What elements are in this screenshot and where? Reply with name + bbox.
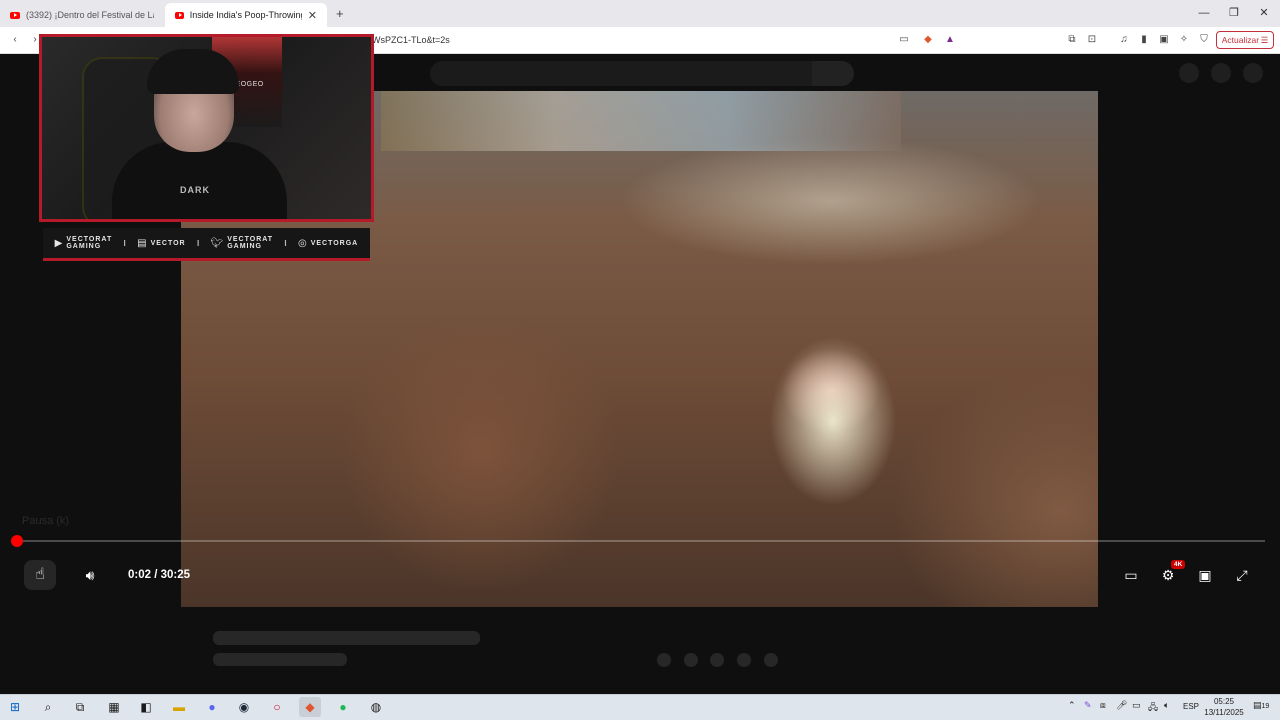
clock-time: 05:25 xyxy=(1213,697,1235,706)
youtube-icon: ▶ xyxy=(54,237,63,249)
clock[interactable]: 05:25 13/11/2025 xyxy=(1200,696,1248,718)
app-icon[interactable]: ◍ xyxy=(365,697,387,717)
streamer-facecam: NEOGEO DARK xyxy=(39,34,374,222)
shirt-print: DARK xyxy=(180,185,210,195)
separator: I xyxy=(196,238,200,248)
action-placeholder xyxy=(657,653,671,667)
volume-icon[interactable]: 🔊︎ xyxy=(79,564,101,586)
background-crowd xyxy=(381,91,901,151)
pen-icon[interactable]: ✎ xyxy=(1084,700,1092,711)
new-tab-icon[interactable]: + xyxy=(336,6,344,21)
twitch-icon: ▤ xyxy=(137,237,147,249)
tab-title: Inside India's Poop-Throwing Fe xyxy=(189,10,302,20)
scrubber-handle[interactable] xyxy=(11,535,23,547)
windows-start-icon[interactable]: ⊞ xyxy=(4,697,26,717)
social-links-bar: ▶ VECTORAT GAMING I ▤ VECTOR I 🐦︎ VECTOR… xyxy=(43,228,370,261)
minimize-icon[interactable]: — xyxy=(1189,5,1219,21)
extensions-icon[interactable]: ⧉ xyxy=(1065,33,1079,47)
action-placeholder xyxy=(684,653,698,667)
back-icon[interactable]: ‹ xyxy=(8,33,22,47)
speaker-icon[interactable]: 🔈︎ xyxy=(1164,700,1169,711)
app-icon[interactable]: ▦ xyxy=(103,697,125,717)
tab-title: (3392) ¡Dentro del Festival de Lanzar xyxy=(26,10,154,20)
task-view-icon[interactable]: ⧉ xyxy=(69,697,91,717)
steam-icon[interactable]: ◉ xyxy=(233,697,255,717)
quality-badge: 4K xyxy=(1171,560,1186,569)
search-bar-placeholder[interactable] xyxy=(430,61,854,86)
brave-browser-icon[interactable]: ◆ xyxy=(299,697,321,717)
youtube-favicon-icon xyxy=(175,11,184,19)
title-placeholder xyxy=(213,631,480,645)
chevron-up-icon[interactable]: ⌃ xyxy=(1068,700,1076,711)
separator: I xyxy=(123,238,126,248)
separator: I xyxy=(284,238,287,248)
youtube-favicon-icon xyxy=(10,11,20,19)
fullscreen-icon[interactable]: ⤢ xyxy=(1231,564,1253,586)
search-icon[interactable]: ⌕ xyxy=(37,697,59,717)
social-label: VECTORAT GAMING xyxy=(66,236,113,250)
screenshot-icon[interactable]: ⊡ xyxy=(1085,33,1099,47)
tray-icon[interactable]: ⧈ xyxy=(1100,700,1106,711)
social-youtube: ▶ VECTORAT GAMING xyxy=(55,236,113,250)
action-placeholder xyxy=(710,653,724,667)
social-label: VECTORAT GAMING xyxy=(227,236,274,250)
spotify-icon[interactable]: ● xyxy=(332,697,354,717)
discord-icon[interactable]: ● xyxy=(201,697,223,717)
streamer-body xyxy=(112,142,287,219)
channel-placeholder xyxy=(213,653,347,666)
avatar[interactable] xyxy=(1243,63,1263,83)
pointer-hand-icon: ☝ xyxy=(35,566,45,583)
notifications-icon[interactable] xyxy=(1211,63,1231,83)
social-twitch: ▤ VECTOR xyxy=(137,238,186,249)
browser-tab-1[interactable]: (3392) ¡Dentro del Festival de Lanzar xyxy=(0,3,164,27)
action-placeholder xyxy=(737,653,751,667)
battery-icon[interactable]: ▭ xyxy=(1132,700,1141,711)
browser-tab-2-active[interactable]: Inside India's Poop-Throwing Fe ✕ xyxy=(165,3,327,27)
time-display: 0:02 / 30:25 xyxy=(128,569,191,581)
sidebar-icon[interactable]: ▮ xyxy=(1137,33,1151,47)
close-window-icon[interactable]: ✕ xyxy=(1249,5,1279,21)
restore-icon[interactable]: ❐ xyxy=(1219,5,1249,21)
microphone-icon[interactable]: 🎤︎ xyxy=(1116,700,1127,711)
clock-date: 13/11/2025 xyxy=(1204,708,1244,717)
cast-icon[interactable]: ▭ xyxy=(897,33,911,47)
vpn-icon[interactable]: ⛉ xyxy=(1197,33,1211,47)
opera-icon[interactable]: ○ xyxy=(266,697,288,717)
social-instagram: ◎ VECTORGA xyxy=(298,238,358,249)
update-button[interactable]: Actualizar ☰ xyxy=(1216,31,1274,49)
brave-shield-icon[interactable]: ◆ xyxy=(921,33,935,47)
obs-icon[interactable]: ◧ xyxy=(135,697,157,717)
instagram-icon: ◎ xyxy=(297,237,307,249)
rewards-icon[interactable]: ▲ xyxy=(943,33,957,47)
search-button-placeholder[interactable] xyxy=(812,61,854,86)
play-button[interactable]: ☝ xyxy=(24,560,56,590)
notification-icon[interactable]: ▤19 xyxy=(1253,700,1269,711)
paused-tooltip: Pausa (k) xyxy=(22,515,70,527)
media-icon[interactable]: ♫ xyxy=(1117,33,1131,47)
social-label: VECTOR xyxy=(150,239,186,247)
create-icon[interactable] xyxy=(1179,63,1199,83)
ai-assistant-icon[interactable]: ✧ xyxy=(1177,33,1191,47)
language-indicator[interactable]: ESP xyxy=(1183,702,1199,711)
file-explorer-icon[interactable]: ▬ xyxy=(168,697,190,717)
address-bar-url[interactable]: WsPZC1-TLo&t=2s xyxy=(372,35,450,45)
close-tab-icon[interactable]: ✕ xyxy=(308,9,317,22)
social-twitter: 🐦︎ VECTORAT GAMING xyxy=(211,236,274,250)
theater-mode-icon[interactable]: ▣ xyxy=(1194,564,1216,586)
social-label: VECTORGA xyxy=(310,239,359,247)
wallet-icon[interactable]: ▣ xyxy=(1157,33,1171,47)
update-label: Actualizar xyxy=(1221,35,1260,45)
network-icon[interactable]: 🖧︎ xyxy=(1148,700,1158,716)
menu-icon: ☰ xyxy=(1260,34,1269,45)
action-placeholder xyxy=(764,653,778,667)
subtitles-icon[interactable]: ▭ xyxy=(1120,564,1142,586)
notification-count: 19 xyxy=(1261,703,1270,710)
progress-bar[interactable] xyxy=(17,540,1265,542)
twitter-icon: 🐦︎ xyxy=(210,237,224,249)
